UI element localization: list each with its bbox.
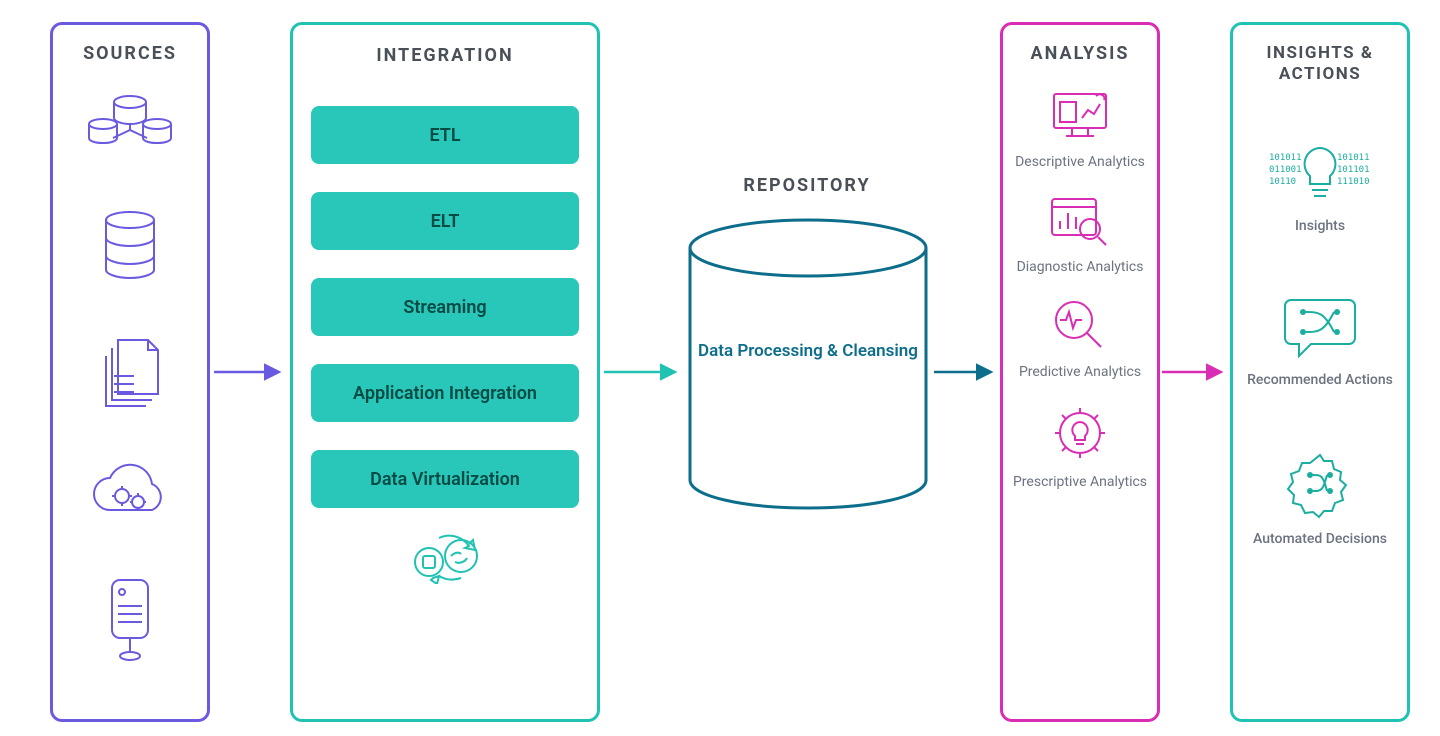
arrow-integration-to-repository [604, 362, 682, 382]
analysis-label: Prescriptive Analytics [1013, 474, 1147, 491]
diagram-canvas: SOURCES [0, 0, 1440, 736]
insights-item-recommended: Recommended Actions [1247, 292, 1393, 389]
dashboard-icon [1048, 88, 1112, 148]
server-icon [104, 576, 156, 666]
integration-items: ETL ELT Streaming Application Integratio… [311, 106, 579, 508]
integration-title: INTEGRATION [311, 45, 579, 66]
sources-title: SOURCES [53, 43, 207, 64]
integration-item-app-integration: Application Integration [311, 364, 579, 422]
insights-label: Automated Decisions [1253, 531, 1387, 548]
insights-items: 101011 011001 10110 101011 101101 111010… [1241, 142, 1399, 548]
integration-item-data-virtualization: Data Virtualization [311, 450, 579, 508]
gear-flow-icon [1284, 447, 1356, 523]
insights-item-insights: 101011 011001 10110 101011 101101 111010… [1265, 142, 1375, 235]
repository-title: REPOSITORY [677, 175, 937, 196]
databases-cluster-icon [85, 94, 175, 160]
insights-label: Recommended Actions [1247, 372, 1393, 389]
analysis-label: Descriptive Analytics [1015, 154, 1145, 171]
cloud-gears-icon [88, 462, 172, 526]
analysis-item-diagnostic: Diagnostic Analytics [1017, 193, 1144, 276]
integration-panel: INTEGRATION ETL ELT Streaming Applicatio… [290, 22, 600, 722]
database-icon [100, 210, 160, 286]
pulse-magnify-icon [1052, 298, 1108, 358]
insights-label: Insights [1295, 218, 1345, 235]
analysis-items: Descriptive Analytics Diagnostic Analyti… [1009, 88, 1151, 491]
svg-text:111010: 111010 [1337, 177, 1370, 187]
analysis-label: Diagnostic Analytics [1017, 259, 1144, 276]
insights-title: INSIGHTS & ACTIONS [1241, 43, 1399, 86]
documents-icon [96, 336, 164, 412]
analysis-item-descriptive: Descriptive Analytics [1015, 88, 1145, 171]
analysis-label: Predictive Analytics [1019, 364, 1141, 381]
flow-speech-icon [1281, 292, 1359, 364]
svg-text:101011: 101011 [1269, 153, 1302, 163]
svg-text:10110: 10110 [1269, 177, 1296, 187]
gear-lightbulb-icon [1049, 402, 1111, 468]
svg-text:101101: 101101 [1337, 165, 1370, 175]
chart-magnify-icon [1048, 193, 1112, 253]
repository-label: Data Processing & Cleansing [685, 340, 931, 363]
integration-item-elt: ELT [311, 192, 579, 250]
analysis-panel: ANALYSIS Descriptive Analytics Diagnosti… [1000, 22, 1160, 722]
transform-cycle-icon [311, 528, 579, 584]
arrow-analysis-to-insights [1162, 362, 1228, 382]
arrow-sources-to-integration [214, 362, 286, 382]
insights-item-automated: Automated Decisions [1253, 447, 1387, 548]
arrow-repository-to-analysis [934, 362, 998, 382]
sources-icon-list [53, 94, 207, 666]
svg-text:011001: 011001 [1269, 165, 1302, 175]
repository-cylinder-icon [685, 218, 931, 510]
analysis-item-prescriptive: Prescriptive Analytics [1013, 402, 1147, 491]
svg-text:101011: 101011 [1337, 153, 1370, 163]
sources-panel: SOURCES [50, 22, 210, 722]
lightbulb-binary-icon: 101011 011001 10110 101011 101101 111010 [1265, 142, 1375, 210]
analysis-title: ANALYSIS [1009, 43, 1151, 64]
integration-item-streaming: Streaming [311, 278, 579, 336]
integration-item-etl: ETL [311, 106, 579, 164]
insights-panel: INSIGHTS & ACTIONS 101011 011001 10110 1… [1230, 22, 1410, 722]
analysis-item-predictive: Predictive Analytics [1019, 298, 1141, 381]
